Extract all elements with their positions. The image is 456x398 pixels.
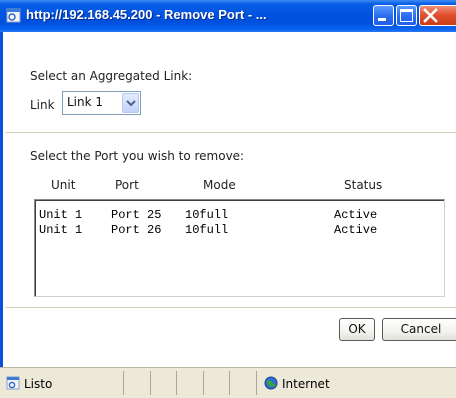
link-select-value: Link 1 bbox=[67, 95, 104, 109]
cell-unit: Unit 1 bbox=[39, 223, 83, 237]
internet-globe-icon bbox=[264, 376, 278, 390]
section-divider bbox=[5, 307, 456, 308]
port-heading: Select the Port you wish to remove: bbox=[30, 149, 245, 163]
list-item[interactable]: Unit 1 Port 26 10full Active bbox=[39, 223, 377, 238]
link-label: Link bbox=[30, 98, 55, 112]
cancel-button[interactable]: Cancel bbox=[382, 318, 456, 341]
status-divider bbox=[123, 371, 124, 395]
aggregated-link-heading: Select an Aggregated Link: bbox=[30, 69, 193, 83]
dropdown-arrow-button[interactable] bbox=[122, 93, 139, 113]
page-done-icon bbox=[6, 376, 20, 390]
section-divider bbox=[5, 132, 456, 133]
status-divider bbox=[203, 371, 204, 395]
chevron-down-icon bbox=[126, 100, 136, 107]
dialog-content: Select an Aggregated Link: Link Link 1 S… bbox=[3, 32, 456, 367]
column-header-mode: Mode bbox=[203, 178, 236, 192]
status-divider bbox=[150, 371, 151, 395]
status-divider bbox=[229, 371, 230, 395]
cell-mode: 10full bbox=[185, 223, 229, 237]
zone-text: Internet bbox=[282, 377, 330, 391]
cell-unit: Unit 1 bbox=[39, 208, 83, 222]
close-button[interactable] bbox=[419, 5, 456, 26]
cell-status: Active bbox=[334, 208, 378, 222]
status-divider bbox=[256, 371, 257, 395]
minimize-button[interactable] bbox=[373, 5, 394, 26]
status-text: Listo bbox=[24, 377, 53, 391]
title-bar[interactable]: http://192.168.45.200 - Remove Port - ..… bbox=[0, 0, 456, 32]
close-icon bbox=[423, 8, 438, 23]
column-header-unit: Unit bbox=[51, 178, 76, 192]
cell-mode: 10full bbox=[185, 208, 229, 222]
column-header-port: Port bbox=[115, 178, 139, 192]
status-bar: Listo Internet bbox=[0, 367, 456, 398]
link-select[interactable]: Link 1 bbox=[62, 91, 141, 115]
ie-page-icon bbox=[6, 8, 21, 23]
cell-port: Port 26 bbox=[111, 223, 162, 237]
status-divider bbox=[176, 371, 177, 395]
column-header-status: Status bbox=[344, 178, 383, 192]
cell-port: Port 25 bbox=[111, 208, 162, 222]
window-title: http://192.168.45.200 - Remove Port - ..… bbox=[26, 7, 267, 22]
ok-button[interactable]: OK bbox=[339, 318, 375, 341]
cell-status: Active bbox=[334, 223, 378, 237]
list-item[interactable]: Unit 1 Port 25 10full Active bbox=[39, 208, 377, 223]
port-listbox[interactable]: Unit 1 Port 25 10full Active Unit 1 Port… bbox=[34, 199, 445, 297]
maximize-button[interactable] bbox=[396, 5, 417, 26]
